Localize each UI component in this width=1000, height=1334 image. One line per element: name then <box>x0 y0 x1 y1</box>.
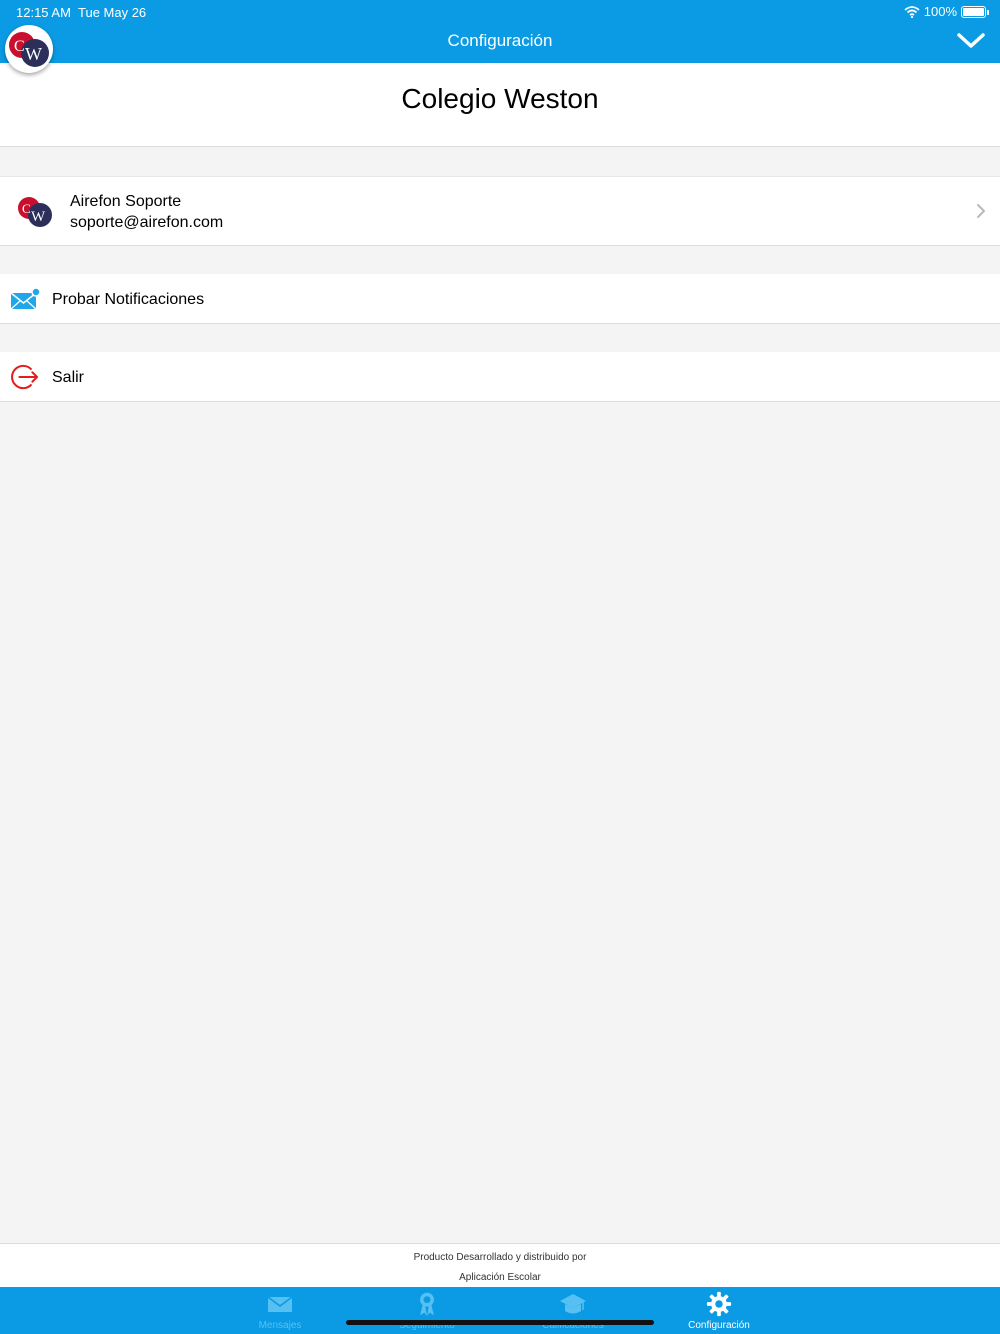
award-icon <box>420 1292 434 1317</box>
school-logo[interactable]: C W <box>5 25 53 73</box>
svg-text:C: C <box>22 201 31 216</box>
user-name: Airefon Soporte <box>70 193 182 210</box>
status-time: 12:15 AM <box>16 5 71 20</box>
mail-notification-icon <box>10 287 40 310</box>
wifi-icon <box>904 5 920 18</box>
footer-credits: Producto Desarrollado y distribuido por … <box>0 1243 1000 1287</box>
svg-text:W: W <box>25 44 42 64</box>
user-account-row[interactable]: C W Airefon Soporte soporte@airefon.com <box>0 176 1000 246</box>
status-indicators: 100% <box>904 4 989 19</box>
graduation-cap-icon <box>560 1294 586 1314</box>
exit-label: Salir <box>52 369 85 386</box>
gear-icon <box>706 1291 732 1317</box>
school-header: Colegio Weston <box>0 63 1000 147</box>
tab-seguimiento[interactable]: Seguimiento <box>354 1287 500 1334</box>
svg-text:W: W <box>31 209 46 225</box>
cw-logo-icon: C W <box>9 32 49 67</box>
footer-line-1: Producto Desarrollado y distribuido por <box>413 1252 587 1263</box>
tab-configuracion[interactable]: Configuración <box>646 1287 792 1334</box>
svg-text:C: C <box>14 38 25 55</box>
cw-logo-icon: C W <box>18 197 52 227</box>
chevron-right-icon <box>977 204 985 218</box>
battery-level <box>963 7 984 16</box>
test-notifications-row[interactable]: Probar Notificaciones <box>0 274 1000 324</box>
logout-icon <box>11 364 39 390</box>
tab-label: Configuración <box>688 1320 750 1331</box>
user-email: soporte@airefon.com <box>70 214 224 231</box>
tab-label: Mensajes <box>258 1320 302 1331</box>
tab-mensajes[interactable]: Mensajes <box>207 1287 353 1334</box>
footer-line-2: Aplicación Escolar <box>459 1272 541 1283</box>
home-indicator[interactable] <box>346 1320 654 1325</box>
mail-icon <box>267 1296 293 1312</box>
tab-bar: Mensajes Seguimiento Calificaciones Conf… <box>0 1287 1000 1334</box>
nav-title: Configuración <box>447 31 553 50</box>
test-notifications-label: Probar Notificaciones <box>52 291 205 308</box>
exit-row[interactable]: Salir <box>0 352 1000 402</box>
tab-calificaciones[interactable]: Calificaciones <box>500 1287 646 1334</box>
battery-percent: 100% <box>923 4 957 19</box>
battery-icon <box>961 5 989 18</box>
status-date: Tue May 26 <box>78 5 147 20</box>
chevron-down-icon[interactable] <box>956 28 986 52</box>
school-name: Colegio Weston <box>401 83 599 114</box>
navigation-bar: 12:15 AM Tue May 26 100% Configuración <box>0 0 1000 63</box>
